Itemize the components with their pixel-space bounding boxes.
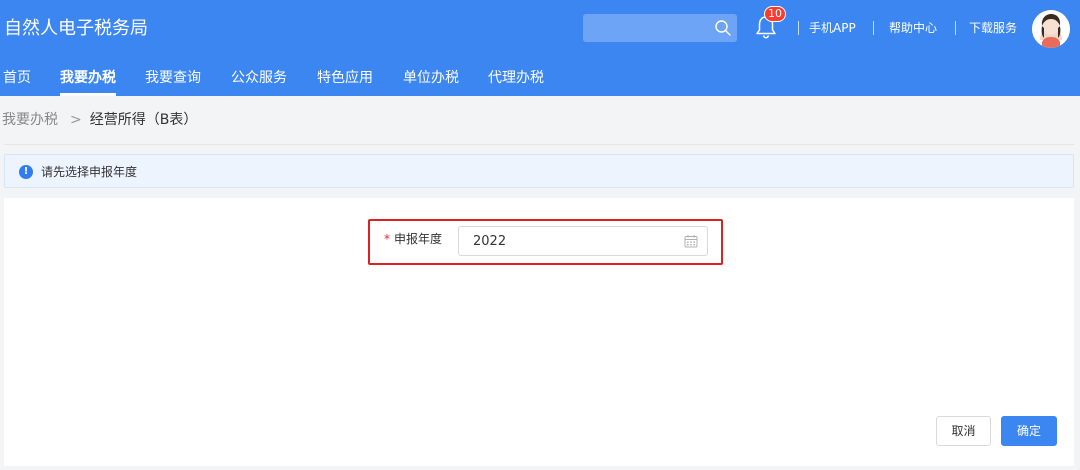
filing-year-label: 申报年度 <box>394 232 443 246</box>
calendar-icon[interactable] <box>684 234 698 248</box>
nav-active-indicator <box>60 93 116 96</box>
divider <box>873 21 874 35</box>
divider <box>798 21 799 35</box>
nav-item-employer-tax[interactable]: 单位办税 <box>403 68 459 88</box>
nav-item-agent-tax[interactable]: 代理办税 <box>488 68 544 88</box>
cancel-button[interactable]: 取消 <box>936 416 991 446</box>
nav-item-tax-filing[interactable]: 我要办税 <box>60 68 116 88</box>
divider <box>955 21 956 35</box>
confirm-button[interactable]: 确定 <box>1001 416 1057 446</box>
divider <box>4 144 1074 145</box>
nav-item-home[interactable]: 首页 <box>3 68 31 88</box>
filing-year-picker[interactable]: 2022 <box>458 226 708 256</box>
info-alert: ! 请先选择申报年度 <box>4 154 1074 188</box>
help-center-link[interactable]: 帮助中心 <box>889 18 937 38</box>
breadcrumb-current: 经营所得（B表） <box>89 112 198 128</box>
breadcrumb: 我要办税 > 经营所得（B表） <box>2 110 197 130</box>
nav-item-query[interactable]: 我要查询 <box>145 68 201 88</box>
avatar-icon <box>1032 10 1070 48</box>
filing-year-value: 2022 <box>473 234 507 249</box>
user-avatar[interactable] <box>1032 10 1070 48</box>
required-mark: * <box>384 232 390 246</box>
search-input[interactable] <box>583 14 737 42</box>
breadcrumb-home[interactable]: 我要办税 <box>2 112 58 128</box>
download-service-link[interactable]: 下载服务 <box>969 18 1017 38</box>
notification-badge: 10 <box>764 6 786 22</box>
nav-item-featured-apps[interactable]: 特色应用 <box>317 68 373 88</box>
search-icon[interactable] <box>714 19 732 37</box>
top-header: 自然人电子税务局 10 手机APP 帮助中心 下载服务 首页 我要办税 我要查询… <box>0 0 1080 96</box>
info-icon: ! <box>19 165 33 179</box>
nav-item-public-services[interactable]: 公众服务 <box>231 68 287 88</box>
app-title: 自然人电子税务局 <box>4 18 148 39</box>
alert-text: 请先选择申报年度 <box>41 165 138 179</box>
breadcrumb-separator: > <box>70 112 82 128</box>
mobile-app-link[interactable]: 手机APP <box>809 18 856 38</box>
